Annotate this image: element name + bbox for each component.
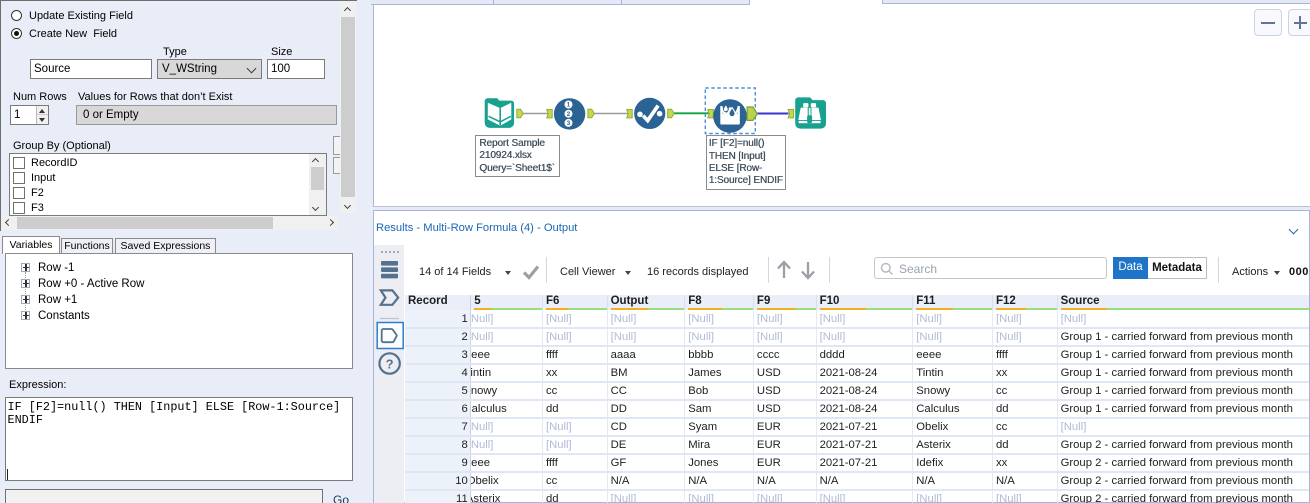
svg-text:?: ? (386, 356, 394, 371)
svg-text:2: 2 (567, 111, 571, 118)
svg-text:1: 1 (567, 102, 571, 109)
svg-text:3: 3 (567, 120, 571, 127)
